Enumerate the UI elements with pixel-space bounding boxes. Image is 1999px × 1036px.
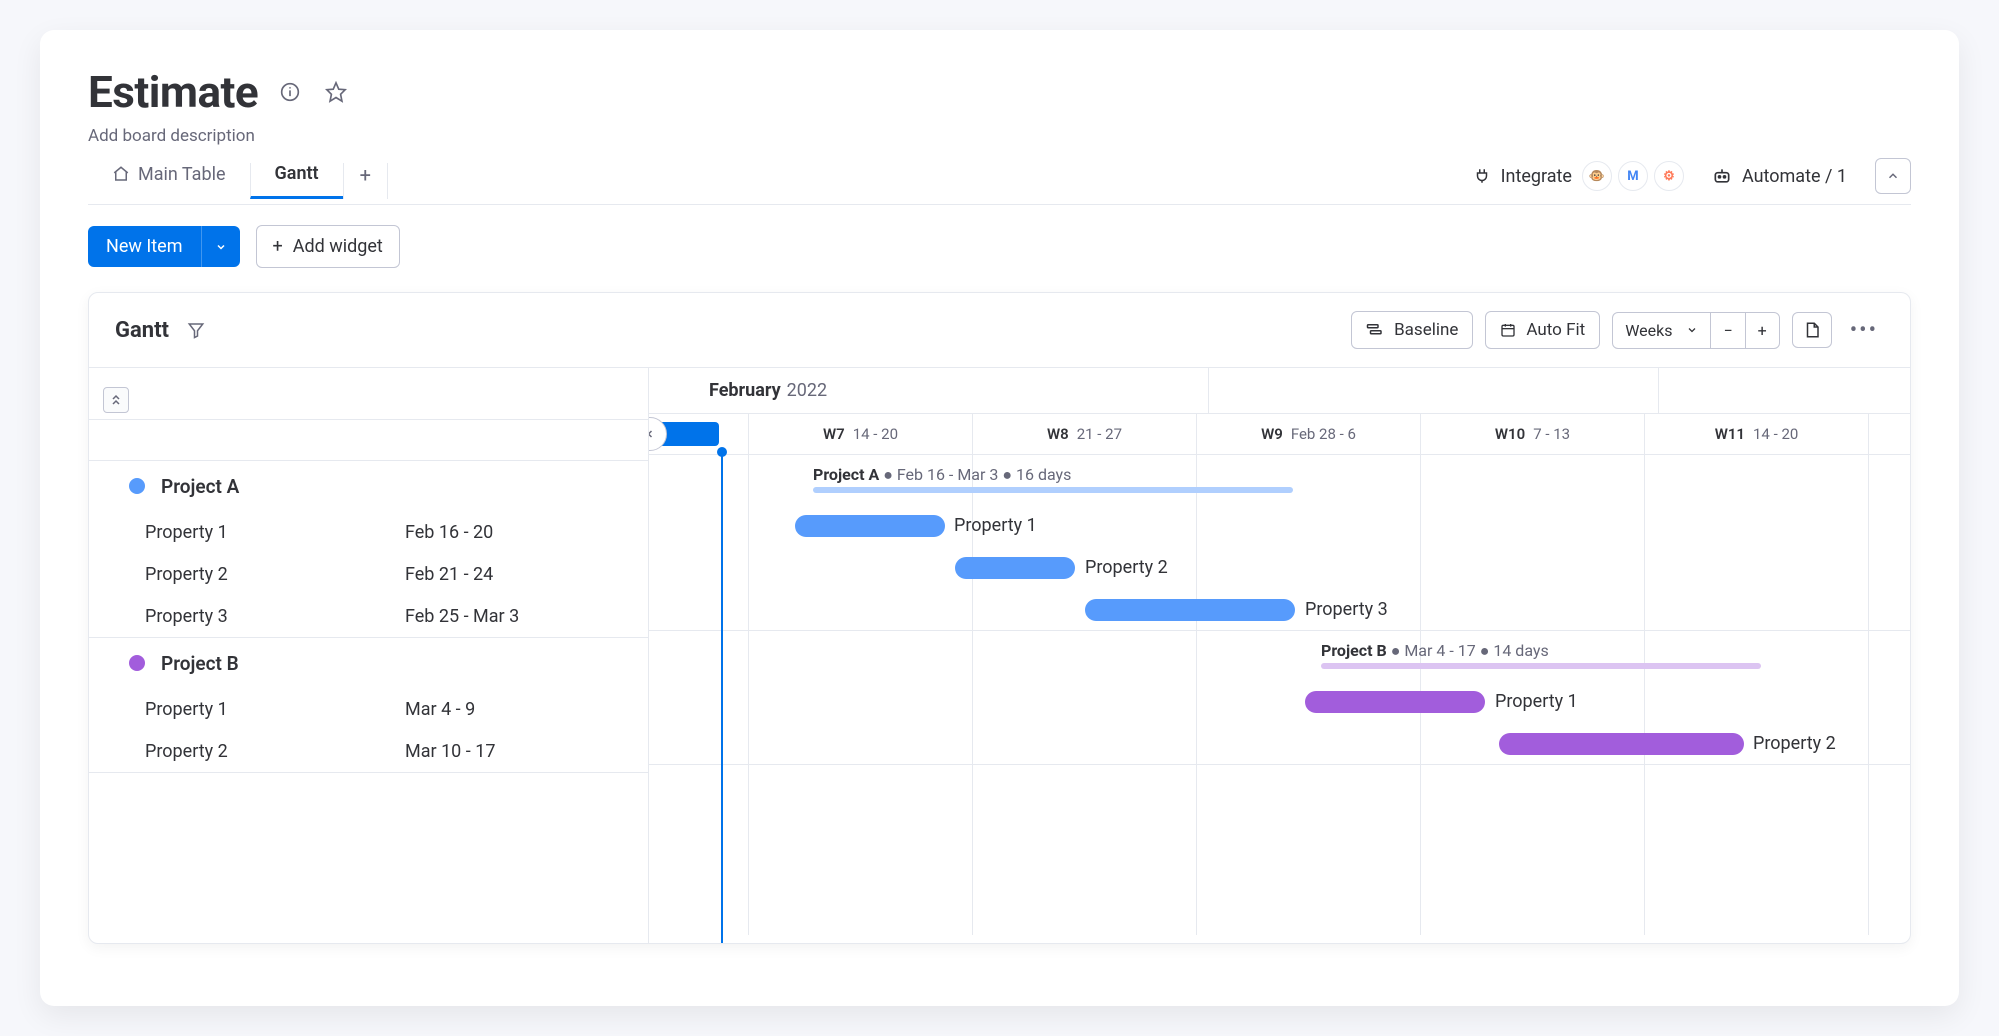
group-summary-label: Project B ● Mar 4 - 17 ● 14 days xyxy=(1321,641,1549,661)
week-code: W10 xyxy=(1495,425,1525,443)
board-card: Estimate Add board description Main Tabl… xyxy=(40,30,1959,1006)
task-row[interactable]: Property 1 Feb 16 - 20 xyxy=(89,511,648,553)
group-name: Project B xyxy=(161,652,239,675)
board-title[interactable]: Estimate xyxy=(88,66,258,118)
new-item-dropdown[interactable] xyxy=(201,226,240,267)
group-name: Project A xyxy=(161,475,239,498)
group-color-dot xyxy=(129,655,145,671)
week-code: W9 xyxy=(1261,425,1283,443)
tab-main-table[interactable]: Main Table xyxy=(88,164,250,199)
month-year: 2022 xyxy=(787,380,827,401)
autofit-label: Auto Fit xyxy=(1526,320,1585,340)
app-icon-gmail[interactable]: M xyxy=(1618,161,1648,191)
tab-label: Main Table xyxy=(138,164,226,185)
task-name: Property 2 xyxy=(145,741,405,762)
month-label: February xyxy=(709,380,781,401)
task-bar[interactable] xyxy=(1085,599,1295,621)
task-bar[interactable] xyxy=(1305,691,1485,713)
export-button[interactable] xyxy=(1792,312,1832,348)
week-range: Feb 28 - 6 xyxy=(1291,425,1356,443)
more-options-button[interactable]: ••• xyxy=(1844,318,1884,343)
board-description[interactable]: Add board description xyxy=(88,126,1911,146)
group-summary-bar[interactable] xyxy=(813,487,1293,493)
collapse-all-button[interactable] xyxy=(103,387,129,413)
bar-label: Property 2 xyxy=(1753,733,1836,754)
bar-label: Property 3 xyxy=(1305,599,1388,620)
group-summary-bar[interactable] xyxy=(1321,663,1761,669)
task-dates: Feb 21 - 24 xyxy=(405,564,493,585)
add-view-button[interactable]: + xyxy=(343,163,388,199)
add-widget-button[interactable]: + Add widget xyxy=(256,225,400,268)
home-icon xyxy=(112,165,130,183)
task-dates: Mar 10 - 17 xyxy=(405,741,495,762)
task-row[interactable]: Property 1 Mar 4 - 9 xyxy=(89,688,648,730)
week-code: W8 xyxy=(1047,425,1069,443)
integration-app-icons: 🐵 M ⚙ xyxy=(1582,161,1684,191)
gantt-task-list: Project A Property 1 Feb 16 - 20 Propert… xyxy=(89,368,649,943)
automate-button[interactable]: Automate / 1 xyxy=(1712,166,1847,187)
views-tabs: Main Table Gantt + xyxy=(88,163,388,199)
week-range: 14 - 20 xyxy=(1753,425,1798,443)
integrate-button[interactable]: Integrate 🐵 M ⚙ xyxy=(1473,161,1684,191)
gantt-panel: Gantt Baseline Auto Fit Weeks xyxy=(88,292,1911,944)
today-marker-line xyxy=(721,449,723,943)
group-color-dot xyxy=(129,478,145,494)
week-range: 21 - 27 xyxy=(1077,425,1122,443)
plus-icon: + xyxy=(273,236,283,257)
integrate-icon xyxy=(1473,167,1491,185)
task-dates: Feb 25 - Mar 3 xyxy=(405,606,519,627)
bar-label: Property 1 xyxy=(1495,691,1578,712)
bar-label: Property 1 xyxy=(954,515,1037,536)
gantt-timeline[interactable]: February2022 March2022 W714 - 20 W821 - … xyxy=(649,368,1910,943)
task-bar[interactable] xyxy=(955,557,1075,579)
task-name: Property 2 xyxy=(145,564,405,585)
task-name: Property 1 xyxy=(145,699,405,720)
task-row[interactable]: Property 2 Feb 21 - 24 xyxy=(89,553,648,595)
task-name: Property 3 xyxy=(145,606,405,627)
task-dates: Feb 16 - 20 xyxy=(405,522,493,543)
calendar-icon xyxy=(1500,322,1516,338)
automate-label: Automate / 1 xyxy=(1742,166,1847,187)
tab-label: Gantt xyxy=(275,163,319,184)
star-icon[interactable] xyxy=(322,78,350,106)
task-bar[interactable] xyxy=(1499,733,1744,755)
baseline-label: Baseline xyxy=(1394,320,1458,340)
bar-label: Property 2 xyxy=(1085,557,1168,578)
task-bar[interactable] xyxy=(795,515,945,537)
week-range: 7 - 13 xyxy=(1533,425,1570,443)
baseline-icon xyxy=(1366,323,1384,337)
app-icon-mailchimp[interactable]: 🐵 xyxy=(1582,161,1612,191)
chevron-down-icon xyxy=(1686,324,1698,336)
timescale-control: Weeks − + xyxy=(1612,312,1780,349)
new-item-label: New Item xyxy=(106,236,183,257)
filter-icon[interactable] xyxy=(187,321,205,339)
gantt-widget-title[interactable]: Gantt xyxy=(115,318,169,343)
week-code: W11 xyxy=(1715,425,1745,443)
app-icon-hubspot[interactable]: ⚙ xyxy=(1654,161,1684,191)
group-header-project-b[interactable]: Project B xyxy=(89,638,648,688)
task-name: Property 1 xyxy=(145,522,405,543)
group-summary-label: Project A ● Feb 16 - Mar 3 ● 16 days xyxy=(813,465,1071,485)
week-range: 14 - 20 xyxy=(853,425,898,443)
collapse-header-button[interactable] xyxy=(1875,158,1911,194)
task-row[interactable]: Property 3 Feb 25 - Mar 3 xyxy=(89,595,648,637)
info-icon[interactable] xyxy=(276,78,304,106)
tab-gantt[interactable]: Gantt xyxy=(250,163,343,199)
add-widget-label: Add widget xyxy=(293,236,383,257)
timescale-select[interactable]: Weeks xyxy=(1613,313,1711,348)
new-item-button[interactable]: New Item xyxy=(88,226,240,267)
group-header-project-a[interactable]: Project A xyxy=(89,461,648,511)
autofit-button[interactable]: Auto Fit xyxy=(1485,311,1600,349)
zoom-in-button[interactable]: + xyxy=(1746,313,1779,348)
task-row[interactable]: Property 2 Mar 10 - 17 xyxy=(89,730,648,772)
baseline-button[interactable]: Baseline xyxy=(1351,311,1473,349)
robot-icon xyxy=(1712,166,1732,186)
timescale-label: Weeks xyxy=(1625,321,1672,340)
integrate-label: Integrate xyxy=(1501,166,1572,187)
week-code: W7 xyxy=(823,425,845,443)
zoom-out-button[interactable]: − xyxy=(1711,313,1745,348)
task-dates: Mar 4 - 9 xyxy=(405,699,475,720)
